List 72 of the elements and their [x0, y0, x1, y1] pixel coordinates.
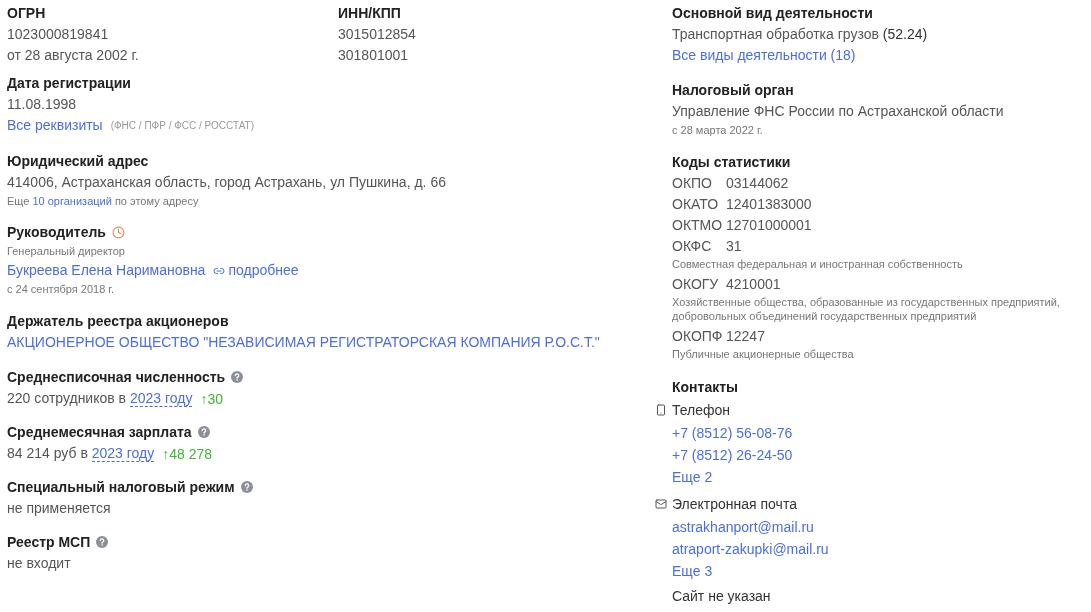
stat-code-value: 12247: [726, 327, 765, 346]
contact-link[interactable]: +7 (8512) 56-08-76: [672, 422, 1091, 444]
section-title: ОГРН: [7, 4, 46, 23]
change-value: ↑30: [200, 390, 223, 407]
stat-code-label: ОКОПФ: [672, 327, 724, 346]
stat-code-note: Публичные акционерные общества: [672, 347, 855, 361]
stat-code-value: 31: [726, 237, 742, 256]
stat-code-label: ОКОГУ: [672, 275, 720, 294]
activity-value: Транспортная обработка грузов (52.24): [672, 25, 929, 44]
year-link[interactable]: 2023 году: [91, 445, 155, 462]
section-title: Среднесписочная численность: [7, 368, 226, 387]
contact-link[interactable]: +7 (8512) 26-24-50: [672, 444, 1091, 466]
section-title: Юридический адрес: [7, 152, 149, 171]
stat-code-value: 03144062: [726, 174, 789, 193]
stat-code-label: ОКАТО: [672, 195, 720, 214]
inn-kpp-value: 3015012854: [338, 25, 417, 44]
stat-code-value: 12401383000: [726, 195, 812, 214]
site-value: Сайт не указан: [672, 587, 772, 606]
contact-link[interactable]: astrakhanport@mail.ru: [672, 516, 1091, 538]
help-icon[interactable]: [197, 426, 210, 438]
help-icon[interactable]: [231, 371, 244, 383]
details-note: (ФНС / ПФР / ФСС / РОССТАТ): [110, 119, 255, 133]
section-value: не применяется: [7, 499, 112, 518]
address-note: Еще 10 организаций по этому адресу: [7, 194, 200, 209]
stat-code-value: 12701000001: [726, 216, 812, 235]
section-title: Специальный налоговый режим: [7, 478, 235, 497]
year-link[interactable]: 2023 году: [129, 390, 193, 407]
show-more-link[interactable]: Еще 3: [672, 560, 1091, 582]
stat-code-note: Хозяйственные общества, образованные из государственных предприятий, добровольных объединений государственных предприятий: [672, 295, 1061, 323]
registry-holder-link[interactable]: АКЦИОНЕРНОЕ ОБЩЕСТВО "НЕЗАВИСИМАЯ РЕГИСТРАТОРСКАЯ КОМПАНИЯ Р.О.С.Т.": [7, 332, 655, 353]
all-activities-link[interactable]: Все виды деятельности (18): [672, 45, 1091, 66]
contact-link[interactable]: atraport-zakupki@mail.ru: [672, 538, 1091, 560]
phone-icon: [655, 404, 667, 416]
stat-code-value: 4210001: [726, 275, 781, 294]
section-title: Дата регистрации: [7, 74, 131, 93]
clock-icon[interactable]: [111, 225, 125, 239]
contact-type: Телефон: [672, 401, 731, 420]
stat-code-label: ОКПО: [672, 174, 713, 193]
help-icon[interactable]: [240, 481, 253, 493]
section-title: Держатель реестра акционеров: [7, 312, 229, 331]
director-since: с 24 сентября 2018 г.: [7, 282, 116, 297]
section-title: Контакты: [672, 378, 738, 397]
show-more-link[interactable]: Еще 2: [672, 466, 1091, 488]
mail-icon: [655, 498, 667, 510]
director-name-link[interactable]: Букреева Елена Наримановна: [7, 260, 206, 281]
section-title: Налоговый орган: [672, 81, 794, 100]
section-value: 220 сотрудников в 2023 году: [7, 389, 193, 409]
tax-authority-since: с 28 марта 2022 г.: [672, 123, 764, 138]
section-value: 84 214 руб в 2023 году: [7, 444, 155, 464]
section-value: не входит: [7, 554, 72, 573]
contact-type: Электронная почта: [672, 495, 797, 514]
all-details-link[interactable]: Все реквизиты: [7, 115, 103, 136]
ogrn-value: 1023000819841: [7, 25, 110, 44]
section-title: ИНН/КПП: [338, 4, 401, 23]
tax-authority-value: Управление ФНС России по Астраханской области: [672, 102, 1005, 121]
registration-date: 11.08.1998: [7, 95, 78, 114]
change-value: ↑48 278: [162, 445, 213, 462]
director-position: Генеральный директор: [7, 244, 126, 259]
stat-code-label: ОКТМО: [672, 216, 724, 235]
section-title: Среднемесячная зарплата: [7, 423, 192, 442]
inn-kpp-value: 301801001: [338, 46, 410, 65]
stat-code-note: Совместная федеральная и иностранная собственность: [672, 257, 964, 271]
section-title: Основной вид деятельности: [672, 4, 873, 23]
address-value: 414006, Астраханская область, город Астрахань, ул Пушкина, д. 66: [7, 173, 447, 192]
stat-code-label: ОКФС: [672, 237, 713, 256]
organizations-link[interactable]: 10 организаций: [32, 195, 112, 207]
section-title: Руководитель: [7, 223, 106, 242]
help-icon[interactable]: [96, 536, 109, 548]
section-title: Реестр МСП: [7, 533, 91, 552]
ogrn-date: от 28 августа 2002 г.: [7, 46, 140, 65]
more-link[interactable]: подробнее: [228, 260, 299, 281]
section-title: Коды статистики: [672, 153, 791, 172]
